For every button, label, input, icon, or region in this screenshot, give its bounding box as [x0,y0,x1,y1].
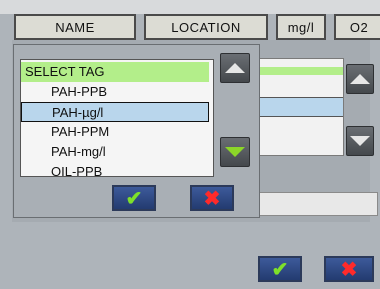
checkmark-icon: ✔ [271,258,289,281]
tag-option[interactable]: PAH-PPB [21,82,209,102]
tag-option[interactable]: OIL-PPB [21,162,209,176]
popup-ok-button[interactable]: ✔ [112,185,156,211]
scroll-down-icon [225,147,245,157]
top-strip [0,0,380,14]
scroll-up-icon [225,63,245,73]
x-icon: ✖ [203,187,221,210]
popup-cancel-button[interactable]: ✖ [190,185,234,211]
o2-column-button[interactable]: O2 [334,14,380,40]
background-scroll-down-button[interactable] [346,126,374,156]
checkmark-icon: ✔ [125,187,143,210]
unit-column-button[interactable]: mg/l [276,14,326,40]
background-scroll-up-button[interactable] [346,64,374,94]
tag-list[interactable]: SELECT TAG PAH-PPB PAH-µg/l PAH-PPM PAH-… [20,59,214,177]
footer-ok-button[interactable]: ✔ [258,256,302,282]
tag-selection-popup: SELECT TAG PAH-PPB PAH-µg/l PAH-PPM PAH-… [13,44,260,218]
tag-option[interactable]: PAH-mg/l [21,142,209,162]
tag-list-header: SELECT TAG [21,62,209,82]
tag-list-scroll-up-button[interactable] [220,53,250,83]
tag-option-selected[interactable]: PAH-µg/l [21,102,209,122]
scroll-up-icon [350,74,370,84]
footer-cancel-button[interactable]: ✖ [324,256,374,282]
tag-list-scroll-down-button[interactable] [220,137,250,167]
scroll-down-icon [350,136,370,146]
tag-option[interactable]: PAH-PPM [21,122,209,142]
x-icon: ✖ [340,258,358,281]
name-column-button[interactable]: NAME [14,14,136,40]
location-column-button[interactable]: LOCATION [144,14,268,40]
